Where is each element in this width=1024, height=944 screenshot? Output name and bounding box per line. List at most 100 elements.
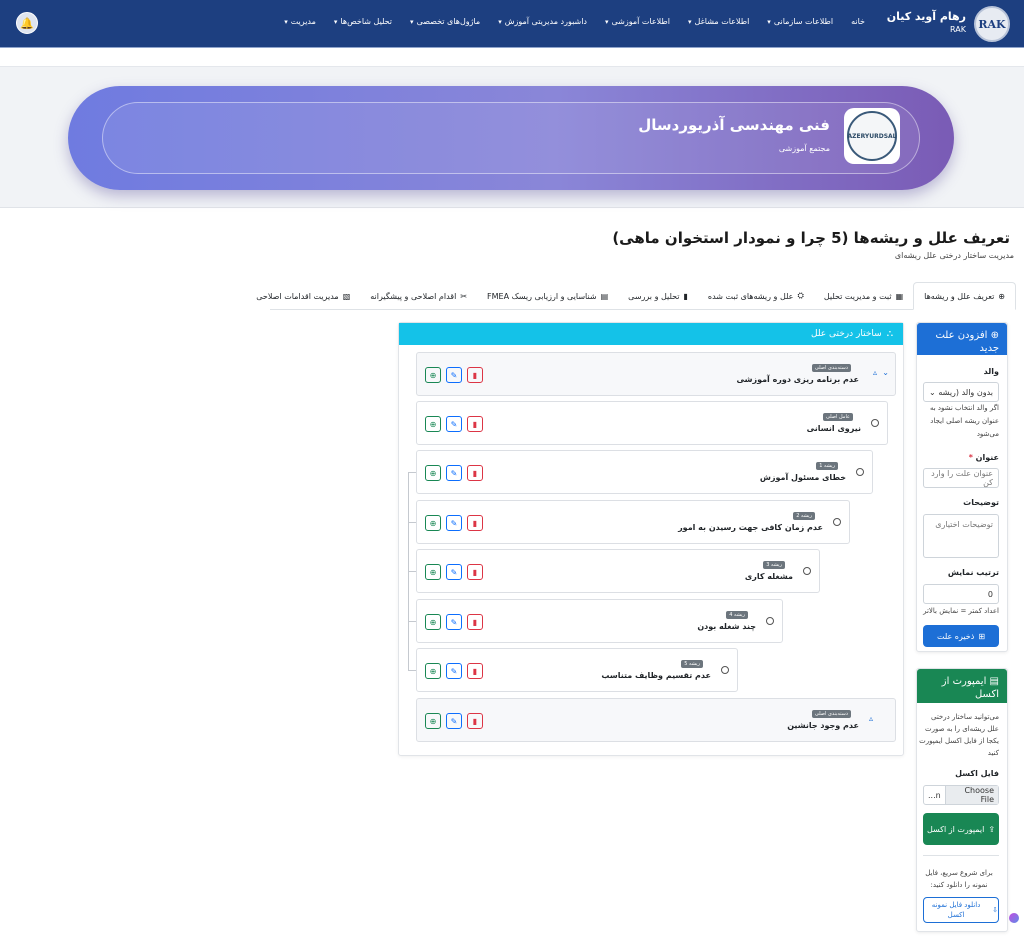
edit-node-button[interactable]: ✎ <box>446 416 462 432</box>
assistant-bubble-icon[interactable] <box>1009 913 1019 923</box>
delete-node-button[interactable]: ▮ <box>467 465 483 481</box>
nav-item[interactable]: مدیریت ▾ <box>275 17 325 26</box>
edit-node-button[interactable]: ✎ <box>446 663 462 679</box>
chevron-down-icon: ⌄ <box>929 387 936 397</box>
caret-down-icon: ▾ <box>284 17 288 26</box>
tree-node[interactable]: عامل اصلی نیروی انسانی ⊕ ✎ ▮ <box>416 401 888 445</box>
main-nav: خانه اطلاعات سازمانی ▾ اطلاعات مشاغل ▾ اطلاعا… <box>275 17 874 26</box>
tab-item[interactable]: ▤ شناسایی و ارزیابی ریسک FMEA <box>477 282 618 310</box>
node-level-badge: ریشه 1 <box>816 462 838 470</box>
node-radio[interactable] <box>721 666 729 674</box>
node-level-badge: دسته‌بندی اصلی <box>811 710 851 718</box>
nav-item[interactable]: تحلیل شاخص‌ها ▾ <box>325 17 401 26</box>
parent-hint: اگر والد انتخاب نشود به عنوان ریشه اصلی … <box>929 404 999 438</box>
node-radio[interactable] <box>856 468 864 476</box>
tab-icon: ▤ <box>600 291 609 301</box>
tree-node[interactable]: ریشه 4 چند شغله بودن ⊕ ✎ ▮ <box>416 599 783 643</box>
add-child-button[interactable]: ⊕ <box>425 713 441 729</box>
tab-label: علل و ریشه‌های ثبت شده <box>707 291 794 301</box>
parent-select[interactable]: بدون والد (ریشه ⌄ <box>923 382 999 402</box>
node-title: عدم زمان کافی جهت رسیدن به امور <box>678 523 823 532</box>
tree-connector <box>408 522 416 523</box>
delete-node-button[interactable]: ▮ <box>467 713 483 729</box>
edit-node-button[interactable]: ✎ <box>446 367 462 383</box>
node-radio[interactable] <box>803 567 811 575</box>
edit-node-button[interactable]: ✎ <box>446 713 462 729</box>
nav-item[interactable]: اطلاعات سازمانی ▾ <box>758 17 842 26</box>
delete-node-button[interactable]: ▮ <box>467 564 483 580</box>
delete-node-button[interactable]: ▮ <box>467 663 483 679</box>
title-input[interactable]: عنوان علت را وارد کن <box>923 468 999 488</box>
tree-node[interactable]: ▵ دسته‌بندی اصلی عدم وجود جانشین ⊕ ✎ ▮ <box>416 698 896 742</box>
tree-node[interactable]: ریشه 2 عدم زمان کافی جهت رسیدن به امور ⊕ ✎ ▮ <box>416 500 850 544</box>
hero-banner: AZERYURDSAL فنی مهندسی آذریوردسال مجتمع … <box>68 86 954 190</box>
page-subtitle: مدیریت ساختار درختی علل ریشه‌ای <box>894 251 1014 260</box>
tab-item[interactable]: ▮ تحلیل و بررسی <box>618 282 698 310</box>
nav-item[interactable]: اطلاعات آموزشی ▾ <box>596 17 679 26</box>
node-title: عدم برنامه ریزی دوره آموزشی <box>736 375 859 384</box>
add-child-button[interactable]: ⊕ <box>425 465 441 481</box>
node-title: مشغله کاری <box>744 572 793 581</box>
tab-item[interactable]: ▧ مدیریت اقدامات اصلاحی <box>246 282 360 310</box>
tab-item[interactable]: ⛭ علل و ریشه‌های ثبت شده <box>698 282 814 310</box>
notification-bell-icon[interactable]: 🔔 <box>16 12 38 34</box>
nav-item[interactable]: خانه <box>842 17 874 26</box>
add-child-button[interactable]: ⊕ <box>425 515 441 531</box>
description-textarea[interactable]: توضیحات اختیاری <box>923 514 999 558</box>
add-child-button[interactable]: ⊕ <box>425 663 441 679</box>
add-child-button[interactable]: ⊕ <box>425 564 441 580</box>
add-child-button[interactable]: ⊕ <box>425 416 441 432</box>
import-excel-button[interactable]: ⇪ ایمپورت از اکسل <box>923 813 999 845</box>
add-child-button[interactable]: ⊕ <box>425 614 441 630</box>
edit-node-button[interactable]: ✎ <box>446 515 462 531</box>
tab-icon: ▮ <box>683 291 688 301</box>
nav-item-label: اطلاعات مشاغل <box>694 17 750 26</box>
tab-icon: ⛭ <box>797 291 804 300</box>
nav-item[interactable]: اطلاعات مشاغل ▾ <box>679 17 758 26</box>
delete-node-button[interactable]: ▮ <box>467 515 483 531</box>
node-actions: ⊕ ✎ ▮ <box>425 367 483 383</box>
node-radio[interactable] <box>833 518 841 526</box>
nav-item[interactable]: ماژول‌های تخصصی ▾ <box>401 17 489 26</box>
brand-title[interactable]: رهام آوید کیان <box>887 10 966 23</box>
tab-icon: ▦ <box>895 291 904 301</box>
organization-title: فنی مهندسی آذریوردسال <box>638 116 830 134</box>
tree-node[interactable]: ⌄ ▵ دسته‌بندی اصلی عدم برنامه ریزی دوره آمو… <box>416 352 896 396</box>
edit-node-button[interactable]: ✎ <box>446 564 462 580</box>
edit-node-button[interactable]: ✎ <box>446 614 462 630</box>
tab-item[interactable]: ✂ اقدام اصلاحی و پیشگیرانه <box>360 282 477 310</box>
brand-logo[interactable]: RAK <box>974 6 1010 42</box>
tree-node[interactable]: ریشه 3 مشغله کاری ⊕ ✎ ▮ <box>416 549 820 593</box>
order-input[interactable]: 0 <box>923 584 999 604</box>
brand-subtitle: RAK <box>950 25 966 34</box>
nav-item[interactable]: داشبورد مدیریتی آموزش ▾ <box>489 17 596 26</box>
node-radio[interactable] <box>766 617 774 625</box>
add-child-button[interactable]: ⊕ <box>425 367 441 383</box>
nav-item-label: اطلاعات سازمانی <box>773 17 834 26</box>
import-excel-card: ▤ ایمپورت از اکسل می‌توانید ساختار درختی… <box>916 668 1008 932</box>
choose-file-button[interactable]: Choose File <box>944 786 998 804</box>
node-radio[interactable] <box>871 419 879 427</box>
tab-label: تعریف علل و ریشه‌ها <box>924 291 995 301</box>
excel-file-input[interactable]: Choose File n... <box>923 785 999 805</box>
tab-item[interactable]: ▦ ثبت و مدیریت تحلیل <box>814 282 913 310</box>
tab-bar: ⊕ تعریف علل و ریشه‌ها ▦ ثبت و مدیریت تحلیل ⛭… <box>256 282 1016 310</box>
collapse-chevron-icon[interactable]: ⌄ <box>882 368 889 377</box>
delete-node-button[interactable]: ▮ <box>467 614 483 630</box>
node-actions: ⊕ ✎ ▮ <box>425 416 483 432</box>
delete-node-button[interactable]: ▮ <box>467 367 483 383</box>
delete-node-button[interactable]: ▮ <box>467 416 483 432</box>
tree-connector <box>408 670 416 671</box>
tree-node[interactable]: ریشه 5 عدم تقسیم وظایف متناسب ⊕ ✎ ▮ <box>416 648 738 692</box>
tree-node[interactable]: ریشه 1 خطای مسئول آموزش ⊕ ✎ ▮ <box>416 450 873 494</box>
caret-down-icon: ▾ <box>333 17 338 26</box>
node-actions: ⊕ ✎ ▮ <box>425 564 483 580</box>
tab-icon: ⊕ <box>998 291 1005 301</box>
save-cause-button[interactable]: ⊞ ذخیره علت <box>923 625 999 647</box>
download-sample-button[interactable]: ⇩ دانلود فایل نمونه اکسل <box>923 897 999 923</box>
node-actions: ⊕ ✎ ▮ <box>425 663 483 679</box>
tab-item[interactable]: ⊕ تعریف علل و ریشه‌ها <box>913 282 1016 310</box>
edit-node-button[interactable]: ✎ <box>446 465 462 481</box>
excel-file-icon: ▤ <box>989 676 999 687</box>
add-cause-card: ⊕ افزودن علت جدید والد بدون والد (ریشه ⌄ … <box>916 322 1008 652</box>
